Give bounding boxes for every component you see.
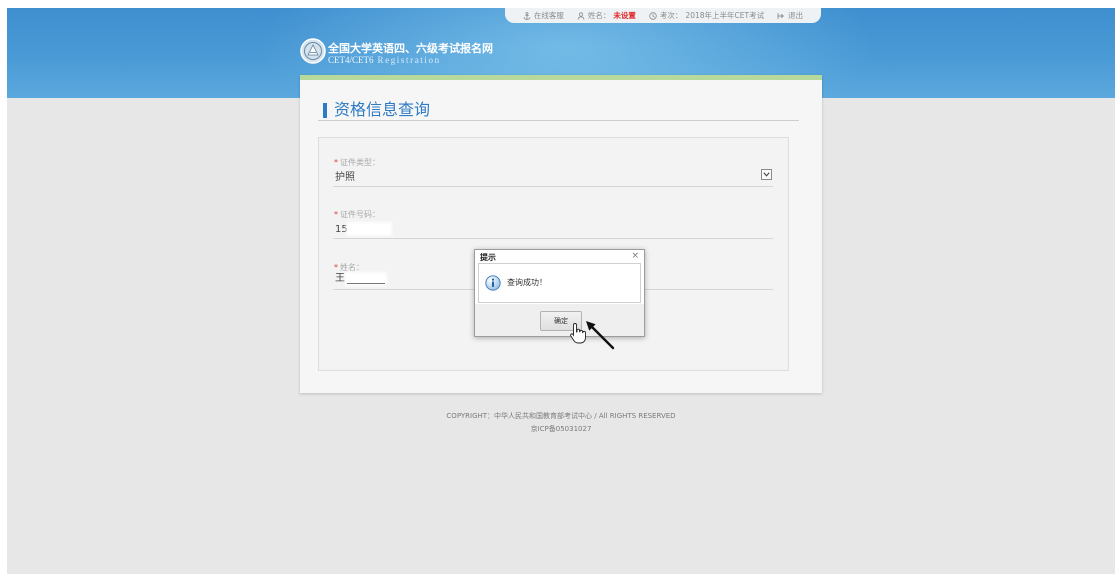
exam-session-label: 考次： (659, 11, 683, 20)
id-number-input[interactable]: 15 (335, 224, 348, 236)
footer-icp: 京ICP备05031027 (530, 425, 592, 433)
info-icon (485, 275, 501, 291)
dialog-body: 查询成功！ (478, 263, 641, 303)
site-title: 全国大学英语四、六级考试报名网 (328, 42, 493, 55)
logout-link[interactable]: 退出 (777, 10, 803, 21)
footer-copyright: COPYRIGHT：中华人民共和国教育部考试中心 / All RIGHTS RE… (446, 412, 676, 420)
logout-label: 退出 (788, 11, 804, 20)
id-number-label: * 证件号码： (334, 210, 380, 220)
id-type-select-value[interactable]: 护照 (335, 172, 355, 184)
site-subtitle-cet: CET4/CET6 (328, 55, 374, 65)
page-title: 资格信息查询 (334, 100, 431, 119)
id-number-underline (333, 238, 773, 239)
id-type-label-text: 证件类型： (340, 158, 380, 167)
exam-session-info: 考次： 2018年上半年CET考试 (649, 10, 764, 21)
redacted-mask (348, 224, 390, 234)
title-accent-bar (323, 103, 327, 118)
cet-emblem-logo[interactable] (300, 38, 326, 64)
required-mark: * (334, 263, 338, 272)
id-type-label: * 证件类型： (334, 158, 380, 168)
user-name-label: 姓名： (587, 11, 611, 20)
dialog-close-button[interactable]: × (631, 251, 639, 261)
user-icon (577, 11, 585, 20)
id-type-select-toggle[interactable] (761, 169, 772, 180)
dialog-title: 提示 (480, 253, 496, 262)
title-divider (318, 120, 799, 121)
site-subtitle: CET4/CET6 Registration (328, 55, 441, 66)
required-mark: * (334, 210, 338, 219)
annotation-arrow (580, 315, 620, 355)
online-service-label: 在线客服 (533, 11, 564, 20)
exam-session-value: 2018年上半年CET考试 (685, 11, 765, 20)
name-label: * 姓名： (334, 263, 364, 273)
name-input[interactable]: 王 (335, 273, 345, 285)
redacted-mask (347, 274, 385, 284)
anchor-icon (523, 11, 531, 20)
user-name-info: 姓名： 未设置 (577, 10, 636, 21)
required-mark: * (334, 158, 338, 167)
name-label-text: 姓名： (340, 263, 364, 272)
id-number-label-text: 证件号码： (340, 210, 380, 219)
dialog-message: 查询成功！ (507, 278, 547, 287)
logout-icon (777, 12, 785, 20)
site-subtitle-registration: Registration (377, 55, 441, 65)
chevron-down-icon (763, 172, 770, 177)
user-name-value: 未设置 (613, 11, 636, 20)
id-type-underline (333, 186, 773, 187)
top-user-bar: 在线客服 姓名： 未设置 考次： 2018年上半年CET考试 退出 (505, 8, 821, 23)
clock-icon (649, 11, 657, 20)
online-service-link[interactable]: 在线客服 (523, 10, 564, 21)
